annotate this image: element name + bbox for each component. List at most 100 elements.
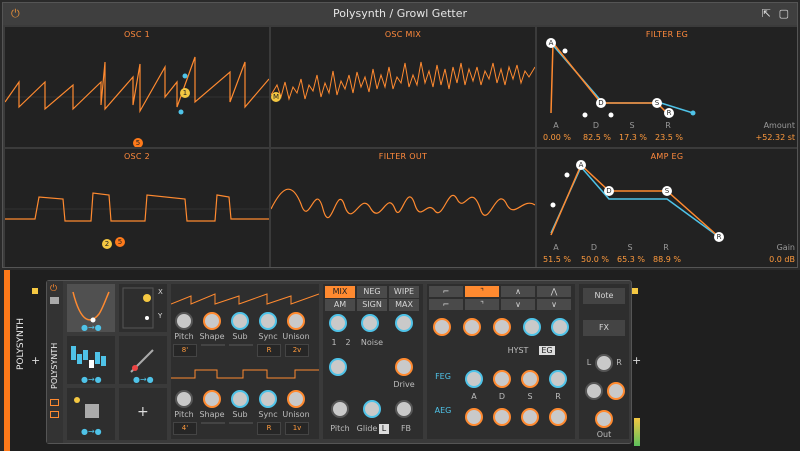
filtereg-s-value[interactable]: 17.3 % [613, 133, 653, 142]
osc1-sync-mode[interactable]: R [257, 344, 281, 357]
env-amount-knob[interactable] [551, 318, 569, 336]
glide-knob[interactable] [363, 400, 381, 418]
popout-icon[interactable]: ⇱ [762, 3, 771, 25]
osc2-sub-knob[interactable] [231, 390, 249, 408]
filtereg-point-d[interactable]: D [597, 99, 605, 107]
osc1-sub-mode[interactable] [229, 344, 253, 346]
osc1-pitch-mode[interactable]: 8' [173, 344, 197, 357]
filter-drive-knob[interactable] [493, 318, 511, 336]
mod-slot-xy[interactable]: X Y [119, 284, 167, 332]
noise-knob[interactable] [361, 314, 379, 332]
mod-slot-steps[interactable]: ●→● [67, 336, 115, 384]
osc2-marker-2[interactable]: 2 [103, 240, 111, 248]
filter-bp-button[interactable]: ∧ [501, 286, 535, 297]
filter-lp-button[interactable]: ⌐ [429, 286, 463, 297]
add-modulator-button[interactable]: + [137, 404, 149, 420]
osc1-unison-mode[interactable]: 2v [285, 344, 309, 357]
mod-slot-add[interactable]: + [119, 388, 167, 440]
fx-button[interactable]: FX [583, 320, 625, 336]
spread-knob[interactable] [585, 382, 603, 400]
filter-hp-res-button[interactable]: ⌝ [465, 299, 499, 310]
feg-d-knob[interactable] [493, 370, 511, 388]
aeg-s-knob[interactable] [521, 408, 539, 426]
add-before-button[interactable]: + [31, 354, 40, 367]
filtereg-r-value[interactable]: 23.5 % [649, 133, 689, 142]
osc1-level-knob[interactable] [329, 314, 347, 332]
feg-r-knob[interactable] [549, 370, 567, 388]
hyst-label[interactable]: HYST [501, 346, 535, 355]
filtereg-point-s[interactable]: S [653, 99, 661, 107]
power-icon[interactable]: ⏻ [11, 3, 20, 25]
mod-slot-lfo[interactable]: ●→● [67, 284, 115, 332]
add-after-button[interactable]: + [632, 354, 641, 367]
eg-label[interactable]: EG [539, 346, 555, 355]
osc1-shape-knob[interactable] [203, 312, 221, 330]
ampeg-a-value[interactable]: 51.5 % [537, 255, 577, 264]
mix-knob[interactable] [395, 314, 413, 332]
pin-icon[interactable]: ▢ [779, 3, 789, 25]
osc2-pitch-mode[interactable]: 4' [173, 422, 197, 435]
filtereg-point-r[interactable]: R [665, 109, 673, 117]
osc2-pitch-knob[interactable] [175, 390, 193, 408]
mix-mode-am-button[interactable]: AM [325, 299, 355, 311]
osc2-sub-mode[interactable] [229, 422, 253, 424]
osc2-unison-mode[interactable]: 1v [285, 422, 309, 435]
oscmix-marker[interactable]: M [272, 93, 280, 101]
env-knob[interactable] [329, 358, 347, 376]
aeg-d-knob[interactable] [493, 408, 511, 426]
mix-mode-sign-button[interactable]: SIGN [357, 299, 387, 311]
filtereg-amount-value[interactable]: +52.32 st [737, 133, 795, 142]
osc2-shape-knob[interactable] [203, 390, 221, 408]
device-calendar-icon[interactable] [50, 399, 59, 406]
aeg-a-knob[interactable] [465, 408, 483, 426]
cutoff-knob[interactable] [433, 318, 451, 336]
feg-a-knob[interactable] [465, 370, 483, 388]
osc2-sync-mode[interactable]: R [257, 422, 281, 435]
osc2-marker-5[interactable]: 5 [116, 238, 124, 246]
filtereg-a-value[interactable]: 0.00 % [537, 133, 577, 142]
ampeg-r-value[interactable]: 88.9 % [647, 255, 687, 264]
ampeg-gain-value[interactable]: 0.0 dB [737, 255, 795, 264]
ampeg-s-value[interactable]: 65.3 % [611, 255, 651, 264]
filter-comb-button[interactable]: ∨ [537, 299, 571, 310]
mod-slot-macro[interactable]: ●→● [67, 388, 115, 440]
feg-s-knob[interactable] [521, 370, 539, 388]
osc2-shape-mode[interactable] [201, 422, 225, 424]
drive-knob[interactable] [395, 358, 413, 376]
glide-legato-button[interactable]: L [379, 424, 389, 434]
filtereg-point-a[interactable]: A [547, 39, 555, 47]
osc1-pitch-knob[interactable] [175, 312, 193, 330]
osc1-shape-mode[interactable] [201, 344, 225, 346]
filter-hp-button[interactable]: ⌐ [429, 299, 463, 310]
ampeg-point-d[interactable]: D [605, 187, 613, 195]
pan-knob[interactable] [595, 354, 613, 372]
osc1-sync-knob[interactable] [259, 312, 277, 330]
ampeg-point-s[interactable]: S [663, 187, 671, 195]
note-fx-button[interactable]: Note [583, 288, 625, 304]
fb-knob[interactable] [395, 400, 413, 418]
keytrack-knob[interactable] [523, 318, 541, 336]
mix-mode-neg-button[interactable]: NEG [357, 286, 387, 298]
filter-notch-button[interactable]: ∨ [501, 299, 535, 310]
osc2-unison-knob[interactable] [287, 390, 305, 408]
device-folder-icon[interactable] [50, 297, 59, 304]
osc1-marker-1[interactable]: 1 [181, 89, 189, 97]
out-knob[interactable] [595, 410, 613, 428]
velocity-knob[interactable] [607, 382, 625, 400]
osc1-unison-knob[interactable] [287, 312, 305, 330]
mix-mode-mix-button[interactable]: MIX [325, 286, 355, 298]
osc1-marker-5[interactable]: 5 [134, 139, 142, 147]
mix-mode-max-button[interactable]: MAX [389, 299, 419, 311]
filtereg-d-value[interactable]: 82.5 % [577, 133, 617, 142]
ampeg-d-value[interactable]: 50.0 % [575, 255, 615, 264]
resonance-knob[interactable] [463, 318, 481, 336]
device-power-icon[interactable]: ⏻ [50, 284, 57, 294]
filter-peak-button[interactable]: ⋀ [537, 286, 571, 297]
osc1-sub-knob[interactable] [231, 312, 249, 330]
ampeg-point-r[interactable]: R [715, 233, 723, 241]
osc2-select-label[interactable]: 2 [343, 338, 353, 347]
pitch-knob[interactable] [331, 400, 349, 418]
osc1-select-label[interactable]: 1 [329, 338, 339, 347]
device-modulator-icon[interactable] [50, 411, 59, 418]
ampeg-point-a[interactable]: A [577, 161, 585, 169]
